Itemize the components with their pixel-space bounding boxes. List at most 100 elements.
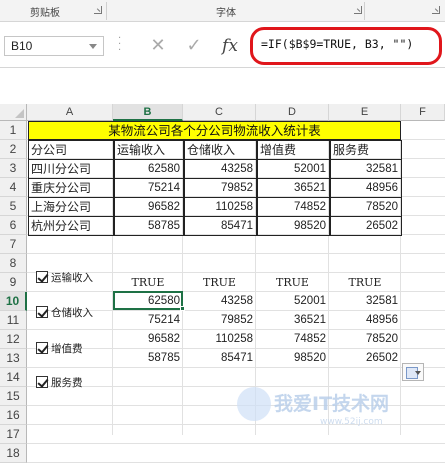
result-cell[interactable]: 79852 (183, 311, 256, 330)
table-cell[interactable]: 78520 (330, 197, 402, 217)
table-cell[interactable]: 32581 (330, 159, 402, 179)
name-box-value: B10 (11, 39, 33, 53)
formula-bar: B10 · · · ✕ ✓ fx =IF($B$9=TRUE, B3, "") (0, 22, 445, 68)
row-header-7[interactable]: 7 (0, 235, 27, 254)
checkbox-checked-icon[interactable] (36, 342, 48, 354)
ribbon-separator (106, 2, 107, 20)
flag-cell[interactable]: TRUE (113, 273, 183, 292)
drag-handle-icon[interactable]: · · · (118, 34, 124, 56)
filter-checkbox-2[interactable]: 仓储收入 (36, 304, 93, 320)
table-cell[interactable]: 98520 (257, 216, 330, 236)
flag-cell[interactable]: TRUE (256, 273, 329, 292)
ribbon-separator (364, 2, 365, 20)
result-cell[interactable]: 43258 (183, 292, 256, 311)
column-header-a[interactable]: A (27, 104, 113, 121)
row-header-1[interactable]: 1 (0, 121, 27, 140)
table-cell[interactable]: 52001 (257, 159, 330, 179)
column-header-f[interactable]: F (401, 104, 445, 121)
table-header-cell[interactable]: 分公司 (28, 140, 114, 160)
result-cell[interactable]: 32581 (329, 292, 401, 311)
result-cell[interactable]: 52001 (256, 292, 329, 311)
table-cell[interactable]: 36521 (257, 178, 330, 198)
row-header-3[interactable]: 3 (0, 159, 27, 178)
result-cell[interactable]: 58785 (113, 349, 183, 368)
flag-cell[interactable]: TRUE (183, 273, 256, 292)
result-cell[interactable]: 36521 (256, 311, 329, 330)
clipboard-launcher-icon[interactable] (94, 6, 102, 14)
active-cell-selection[interactable] (113, 291, 183, 310)
result-cell[interactable]: 78520 (329, 330, 401, 349)
row-header-15[interactable]: 15 (0, 387, 27, 406)
table-cell[interactable]: 43258 (184, 159, 257, 179)
table-cell[interactable]: 重庆分公司 (28, 178, 114, 198)
watermark-logo: 我爱IT技术网 www.52ij.com (237, 387, 389, 427)
column-header-b[interactable]: B (113, 104, 183, 121)
flag-cell[interactable]: TRUE (329, 273, 401, 292)
column-header-e[interactable]: E (329, 104, 401, 121)
checkbox-checked-icon[interactable] (36, 271, 48, 283)
table-cell[interactable]: 110258 (184, 197, 257, 217)
filter-checkbox-4[interactable]: 服务费 (36, 374, 83, 390)
alignment-launcher-icon[interactable] (432, 6, 440, 14)
column-header-d[interactable]: D (256, 104, 329, 121)
column-header-c[interactable]: C (183, 104, 256, 121)
row-header-2[interactable]: 2 (0, 140, 27, 159)
formula-input[interactable]: =IF($B$9=TRUE, B3, "") (261, 37, 413, 51)
table-title: 某物流公司各个分公司物流收入统计表 (28, 121, 401, 140)
row-header-16[interactable]: 16 (0, 406, 27, 425)
table-cell[interactable]: 75214 (114, 178, 184, 198)
row-header-11[interactable]: 11 (0, 311, 27, 330)
table-cell[interactable]: 四川分公司 (28, 159, 114, 179)
row-header-8[interactable]: 8 (0, 254, 27, 273)
result-cell[interactable]: 85471 (183, 349, 256, 368)
result-cell[interactable]: 74852 (256, 330, 329, 349)
table-cell[interactable]: 62580 (114, 159, 184, 179)
filter-checkbox-1[interactable]: 运输收入 (36, 269, 93, 285)
paste-options-icon[interactable] (402, 363, 424, 381)
table-header-cell[interactable]: 运输收入 (114, 140, 184, 160)
table-cell[interactable]: 85471 (184, 216, 257, 236)
checkbox-checked-icon[interactable] (36, 306, 48, 318)
row-header-6[interactable]: 6 (0, 216, 27, 235)
row-header-9[interactable]: 9 (0, 273, 27, 292)
font-launcher-icon[interactable] (354, 6, 362, 14)
row-header-5[interactable]: 5 (0, 197, 27, 216)
row-header-12[interactable]: 12 (0, 330, 27, 349)
row-header-10[interactable]: 10 (0, 292, 27, 311)
table-cell[interactable]: 79852 (184, 178, 257, 198)
fill-handle[interactable] (180, 306, 185, 311)
result-cell[interactable]: 75214 (113, 311, 183, 330)
checkbox-label: 仓储收入 (51, 306, 93, 319)
table-cell[interactable]: 58785 (114, 216, 184, 236)
table-cell[interactable]: 26502 (330, 216, 402, 236)
gridline (27, 443, 445, 444)
result-cell[interactable]: 98520 (256, 349, 329, 368)
insert-function-button[interactable]: fx (218, 34, 242, 58)
enter-button[interactable]: ✓ (182, 34, 206, 58)
table-header-cell[interactable]: 服务费 (330, 140, 402, 160)
table-cell[interactable]: 48956 (330, 178, 402, 198)
checkbox-checked-icon[interactable] (36, 376, 48, 388)
row-header-14[interactable]: 14 (0, 368, 27, 387)
result-cell[interactable]: 96582 (113, 330, 183, 349)
chevron-down-icon[interactable] (89, 44, 97, 49)
result-cell[interactable]: 26502 (329, 349, 401, 368)
table-cell[interactable]: 上海分公司 (28, 197, 114, 217)
table-cell[interactable]: 74852 (257, 197, 330, 217)
result-cell[interactable]: 110258 (183, 330, 256, 349)
row-header-18[interactable]: 18 (0, 444, 27, 463)
font-group-label: 字体 (216, 8, 236, 19)
watermark-url: www.52ij.com (320, 417, 383, 427)
table-cell[interactable]: 杭州分公司 (28, 216, 114, 236)
table-header-cell[interactable]: 增值费 (257, 140, 330, 160)
select-all-corner[interactable] (0, 104, 27, 121)
row-header-4[interactable]: 4 (0, 178, 27, 197)
name-box[interactable]: B10 (4, 36, 104, 56)
clipboard-group-label: 剪贴板 (30, 8, 60, 19)
row-header-13[interactable]: 13 (0, 349, 27, 368)
table-header-cell[interactable]: 仓储收入 (184, 140, 257, 160)
result-cell[interactable]: 48956 (329, 311, 401, 330)
table-cell[interactable]: 96582 (114, 197, 184, 217)
cancel-button[interactable]: ✕ (146, 34, 170, 58)
filter-checkbox-3[interactable]: 增值费 (36, 340, 83, 356)
